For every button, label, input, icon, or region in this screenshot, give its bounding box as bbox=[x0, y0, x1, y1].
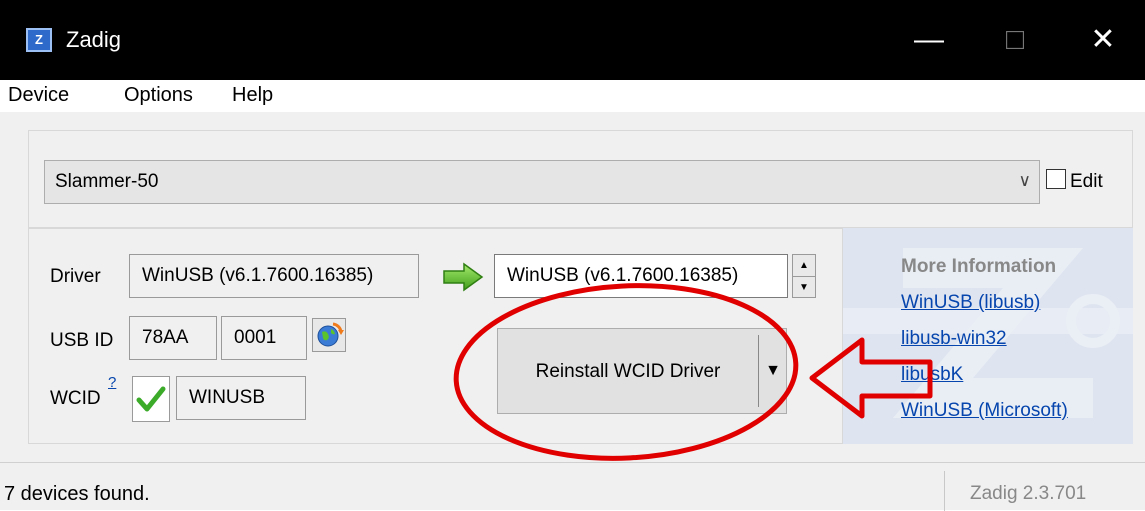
more-info-panel: More Information WinUSB (libusb) libusb-… bbox=[843, 228, 1133, 444]
edit-checkbox[interactable] bbox=[1046, 169, 1066, 189]
link-libusb-win32[interactable]: libusb-win32 bbox=[901, 328, 1007, 350]
link-winusb-microsoft[interactable]: WinUSB (Microsoft) bbox=[901, 400, 1068, 422]
device-dropdown[interactable]: Slammer-50 ∨ bbox=[44, 160, 1040, 204]
dropdown-arrow-icon[interactable]: ▼ bbox=[759, 329, 787, 413]
close-button[interactable]: ✕ bbox=[1060, 0, 1145, 80]
window-title: Zadig bbox=[66, 27, 122, 52]
link-winusb-libusb[interactable]: WinUSB (libusb) bbox=[901, 292, 1040, 314]
driver-spinner[interactable]: ▲ ▼ bbox=[792, 254, 816, 298]
chevron-down-icon: ∨ bbox=[1018, 171, 1031, 190]
edit-checkbox-label[interactable]: Edit bbox=[1070, 171, 1103, 193]
maximize-button[interactable]: □ bbox=[972, 0, 1058, 80]
current-driver-field: WinUSB (v6.1.7600.16385) bbox=[129, 254, 419, 298]
menu-help[interactable]: Help bbox=[232, 84, 273, 107]
menu-device[interactable]: Device bbox=[8, 84, 69, 107]
reinstall-driver-button[interactable]: Reinstall WCID Driver ▼ bbox=[497, 328, 787, 414]
version-text: Zadig 2.3.701 bbox=[970, 483, 1087, 504]
status-text: 7 devices found. bbox=[4, 483, 150, 505]
title-bar: Z Zadig — □ ✕ bbox=[0, 0, 1145, 80]
more-info-heading: More Information bbox=[901, 256, 1057, 277]
wcid-value-field: WINUSB bbox=[176, 376, 306, 420]
driver-label: Driver bbox=[50, 266, 101, 287]
status-separator bbox=[944, 471, 945, 511]
device-dropdown-value: Slammer-50 bbox=[55, 171, 159, 192]
spinner-up-icon[interactable]: ▲ bbox=[793, 255, 815, 277]
menu-bar: Device Options Help bbox=[0, 80, 1145, 112]
globe-icon[interactable] bbox=[312, 318, 346, 352]
wcid-checkmark-icon bbox=[132, 376, 170, 422]
arrow-right-icon bbox=[443, 262, 484, 292]
usb-id-label: USB ID bbox=[50, 330, 114, 351]
target-driver-field[interactable]: WinUSB (v6.1.7600.16385) bbox=[494, 254, 788, 298]
spinner-down-icon[interactable]: ▼ bbox=[793, 277, 815, 298]
wcid-label: WCID bbox=[50, 388, 101, 409]
reinstall-driver-label: Reinstall WCID Driver bbox=[535, 361, 721, 382]
usb-vid-field: 78AA bbox=[129, 316, 217, 360]
wcid-help-link[interactable]: ? bbox=[108, 374, 116, 391]
usb-pid-field: 0001 bbox=[221, 316, 307, 360]
zadig-app-icon: Z bbox=[26, 28, 52, 52]
menu-options[interactable]: Options bbox=[124, 84, 193, 107]
link-libusbk[interactable]: libusbK bbox=[901, 364, 963, 386]
minimize-button[interactable]: — bbox=[886, 0, 972, 80]
status-bar: 7 devices found. Zadig 2.3.701 bbox=[0, 462, 1145, 511]
